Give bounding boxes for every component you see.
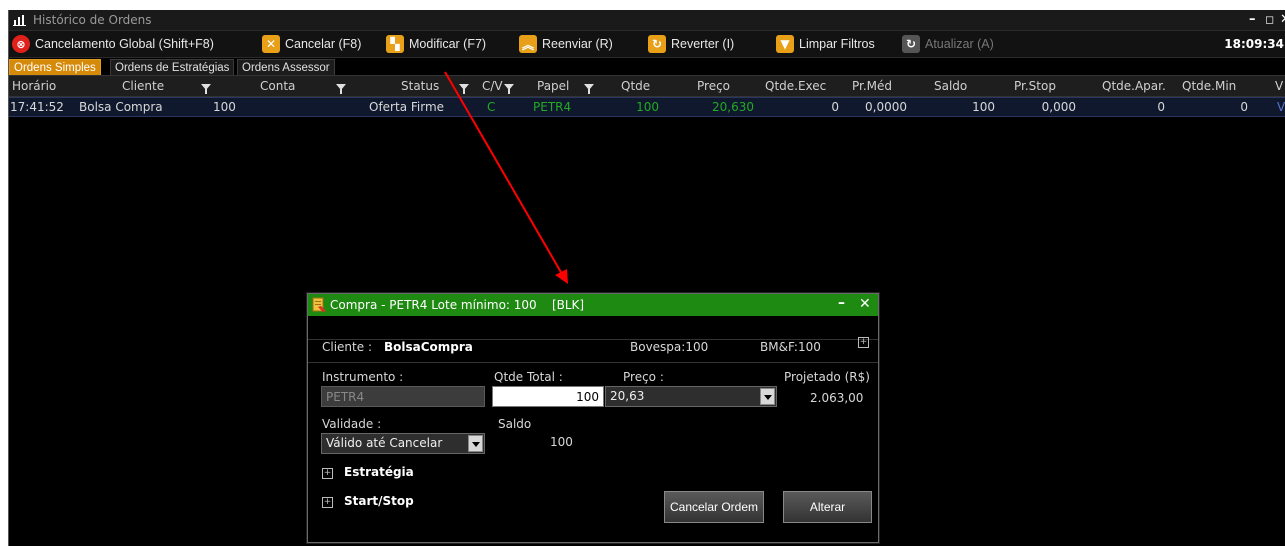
col-conta[interactable]: Conta [260,79,295,93]
toolbar: ⊗ Cancelamento Global (Shift+F8) ✕ Cance… [9,31,1285,58]
col-qtde-apar[interactable]: Qtde.Apar. [1102,79,1166,93]
filter-cliente-icon[interactable] [201,84,211,94]
cancel-button[interactable]: ✕ Cancelar (F8) [262,34,361,54]
tab-bar: Ordens Simples Ordens de Estratégias Ord… [9,58,1285,76]
validade-label: Validade : [322,417,382,431]
validade-value: Válido até Cancelar [326,436,443,450]
dialog-title-bar: Compra - PETR4 Lote mínimo: 100 [BLK] – … [308,294,878,316]
refresh-button[interactable]: ↻ Atualizar (A) [902,34,994,54]
chevron-down-icon[interactable] [760,388,775,405]
col-qtde-exec[interactable]: Qtde.Exec [765,79,826,93]
resend-button[interactable]: ︽ Reenviar (R) [519,34,613,54]
cancel-order-button[interactable]: Cancelar Ordem [664,491,764,523]
preco-select[interactable]: 20,63 [605,386,777,407]
col-qtde[interactable]: Qtde [621,79,650,93]
col-papel[interactable]: Papel [537,79,569,93]
tab-ordens-assessor[interactable]: Ordens Assessor [237,59,335,76]
client-section: Cliente : BolsaCompra Bovespa:100 BM&F:1… [308,317,878,354]
col-cliente[interactable]: Cliente [122,79,164,93]
clear-filters-button[interactable]: ▼ Limpar Filtros [776,34,875,54]
cliente-label: Cliente : [322,340,372,354]
cliente-value: BolsaCompra [384,340,473,354]
cell-v: V [1277,100,1285,114]
col-qtde-min[interactable]: Qtde.Min [1182,79,1236,93]
modify-button[interactable]: ▚ Modificar (F7) [386,34,486,54]
filter-conta-icon[interactable] [336,84,346,94]
maximize-icon[interactable]: ◻ [1265,13,1274,26]
saldo-label: Saldo [498,417,532,431]
cell-cv: C [487,100,496,114]
preco-value: 20,63 [610,389,645,403]
cell-pr-med: 0,0000 [865,100,907,114]
validade-select[interactable]: Válido até Cancelar [321,433,485,454]
startstop-section[interactable]: Start/Stop [344,494,414,508]
estrategia-section[interactable]: Estratégia [344,465,414,479]
projetado-label: Projetado (R$) [784,370,870,384]
cancel-global-icon: ⊗ [12,35,30,53]
chart-bars-icon [13,15,26,26]
revert-button[interactable]: ↻ Reverter (I) [648,34,734,54]
filter-papel-icon[interactable] [584,84,594,94]
cell-qtde: 100 [636,100,659,114]
expand-client-icon[interactable]: + [858,337,869,348]
col-preco[interactable]: Preço [697,79,730,93]
cell-pr-stop: 0,000 [1041,100,1076,114]
instrumento-label: Instrumento : [322,370,404,384]
col-pr-stop[interactable]: Pr.Stop [1014,79,1056,93]
refresh-icon: ↻ [902,35,920,53]
clear-filter-icon: ▼ [776,35,794,53]
minimize-icon[interactable]: – [1249,12,1256,27]
title-bar: Histórico de Ordens – ◻ ✕ [9,10,1285,31]
order-form-icon [312,297,326,312]
projetado-value: 2.063,00 [810,391,864,405]
cell-qtde-apar: 0 [1157,100,1165,114]
cell-qtde-min: 0 [1240,100,1248,114]
bmf-limit: BM&F:100 [760,340,821,354]
cell-qtde-exec: 0 [831,100,839,114]
cell-horario: 17:41:52 [10,100,64,114]
qtde-total-label: Qtde Total : [494,370,563,384]
order-modify-dialog: Compra - PETR4 Lote mínimo: 100 [BLK] – … [307,293,879,543]
filter-status-icon[interactable] [459,84,469,94]
window-title: Histórico de Ordens [33,13,152,27]
cancel-global-button[interactable]: ⊗ Cancelamento Global (Shift+F8) [12,34,214,54]
cell-preco: 20,630 [712,100,754,114]
cell-conta: 100 [213,100,236,114]
revert-icon: ↻ [648,35,666,53]
instrumento-field[interactable]: PETR4 [321,386,485,407]
col-cv[interactable]: C/V [482,79,503,93]
qtde-total-field[interactable]: 100 [492,386,604,407]
cell-cliente: Bolsa Compra [79,100,163,114]
expand-startstop-icon[interactable]: + [322,497,333,508]
bovespa-limit: Bovespa:100 [630,340,709,354]
dialog-minimize-icon[interactable]: – [838,295,845,311]
col-v[interactable]: V [1275,79,1283,93]
col-horario[interactable]: Horário [12,79,56,93]
preco-label: Preço : [623,370,664,384]
table-header: Horário Cliente Conta Status C/V Papel Q… [9,75,1285,97]
resend-icon: ︽ [519,35,537,53]
cell-papel: PETR4 [533,100,572,114]
modify-icon: ▚ [386,35,404,53]
saldo-value: 100 [550,435,573,449]
cell-saldo: 100 [972,100,995,114]
col-saldo[interactable]: Saldo [934,79,967,93]
expand-estrategia-icon[interactable]: + [322,468,333,479]
col-pr-med[interactable]: Pr.Méd [852,79,892,93]
divider [308,362,878,363]
chevron-down-icon[interactable] [468,435,483,452]
col-status[interactable]: Status [401,79,439,93]
dialog-close-icon[interactable]: ✕ [859,296,871,312]
tab-ordens-simples[interactable]: Ordens Simples [9,59,101,76]
filter-cv-icon[interactable] [504,84,514,94]
alter-button[interactable]: Alterar [783,491,872,523]
dialog-title: Compra - PETR4 Lote mínimo: 100 [BLK] [330,298,585,312]
cell-status: Oferta Firme [369,100,445,114]
cancel-icon: ✕ [262,35,280,53]
clock: 18:09:34 [1224,37,1284,51]
close-icon[interactable]: ✕ [1280,12,1285,27]
table-row[interactable]: 17:41:52 Bolsa Compra 100 Oferta Firme C… [9,97,1285,117]
tab-ordens-estrategias[interactable]: Ordens de Estratégias [110,59,235,76]
